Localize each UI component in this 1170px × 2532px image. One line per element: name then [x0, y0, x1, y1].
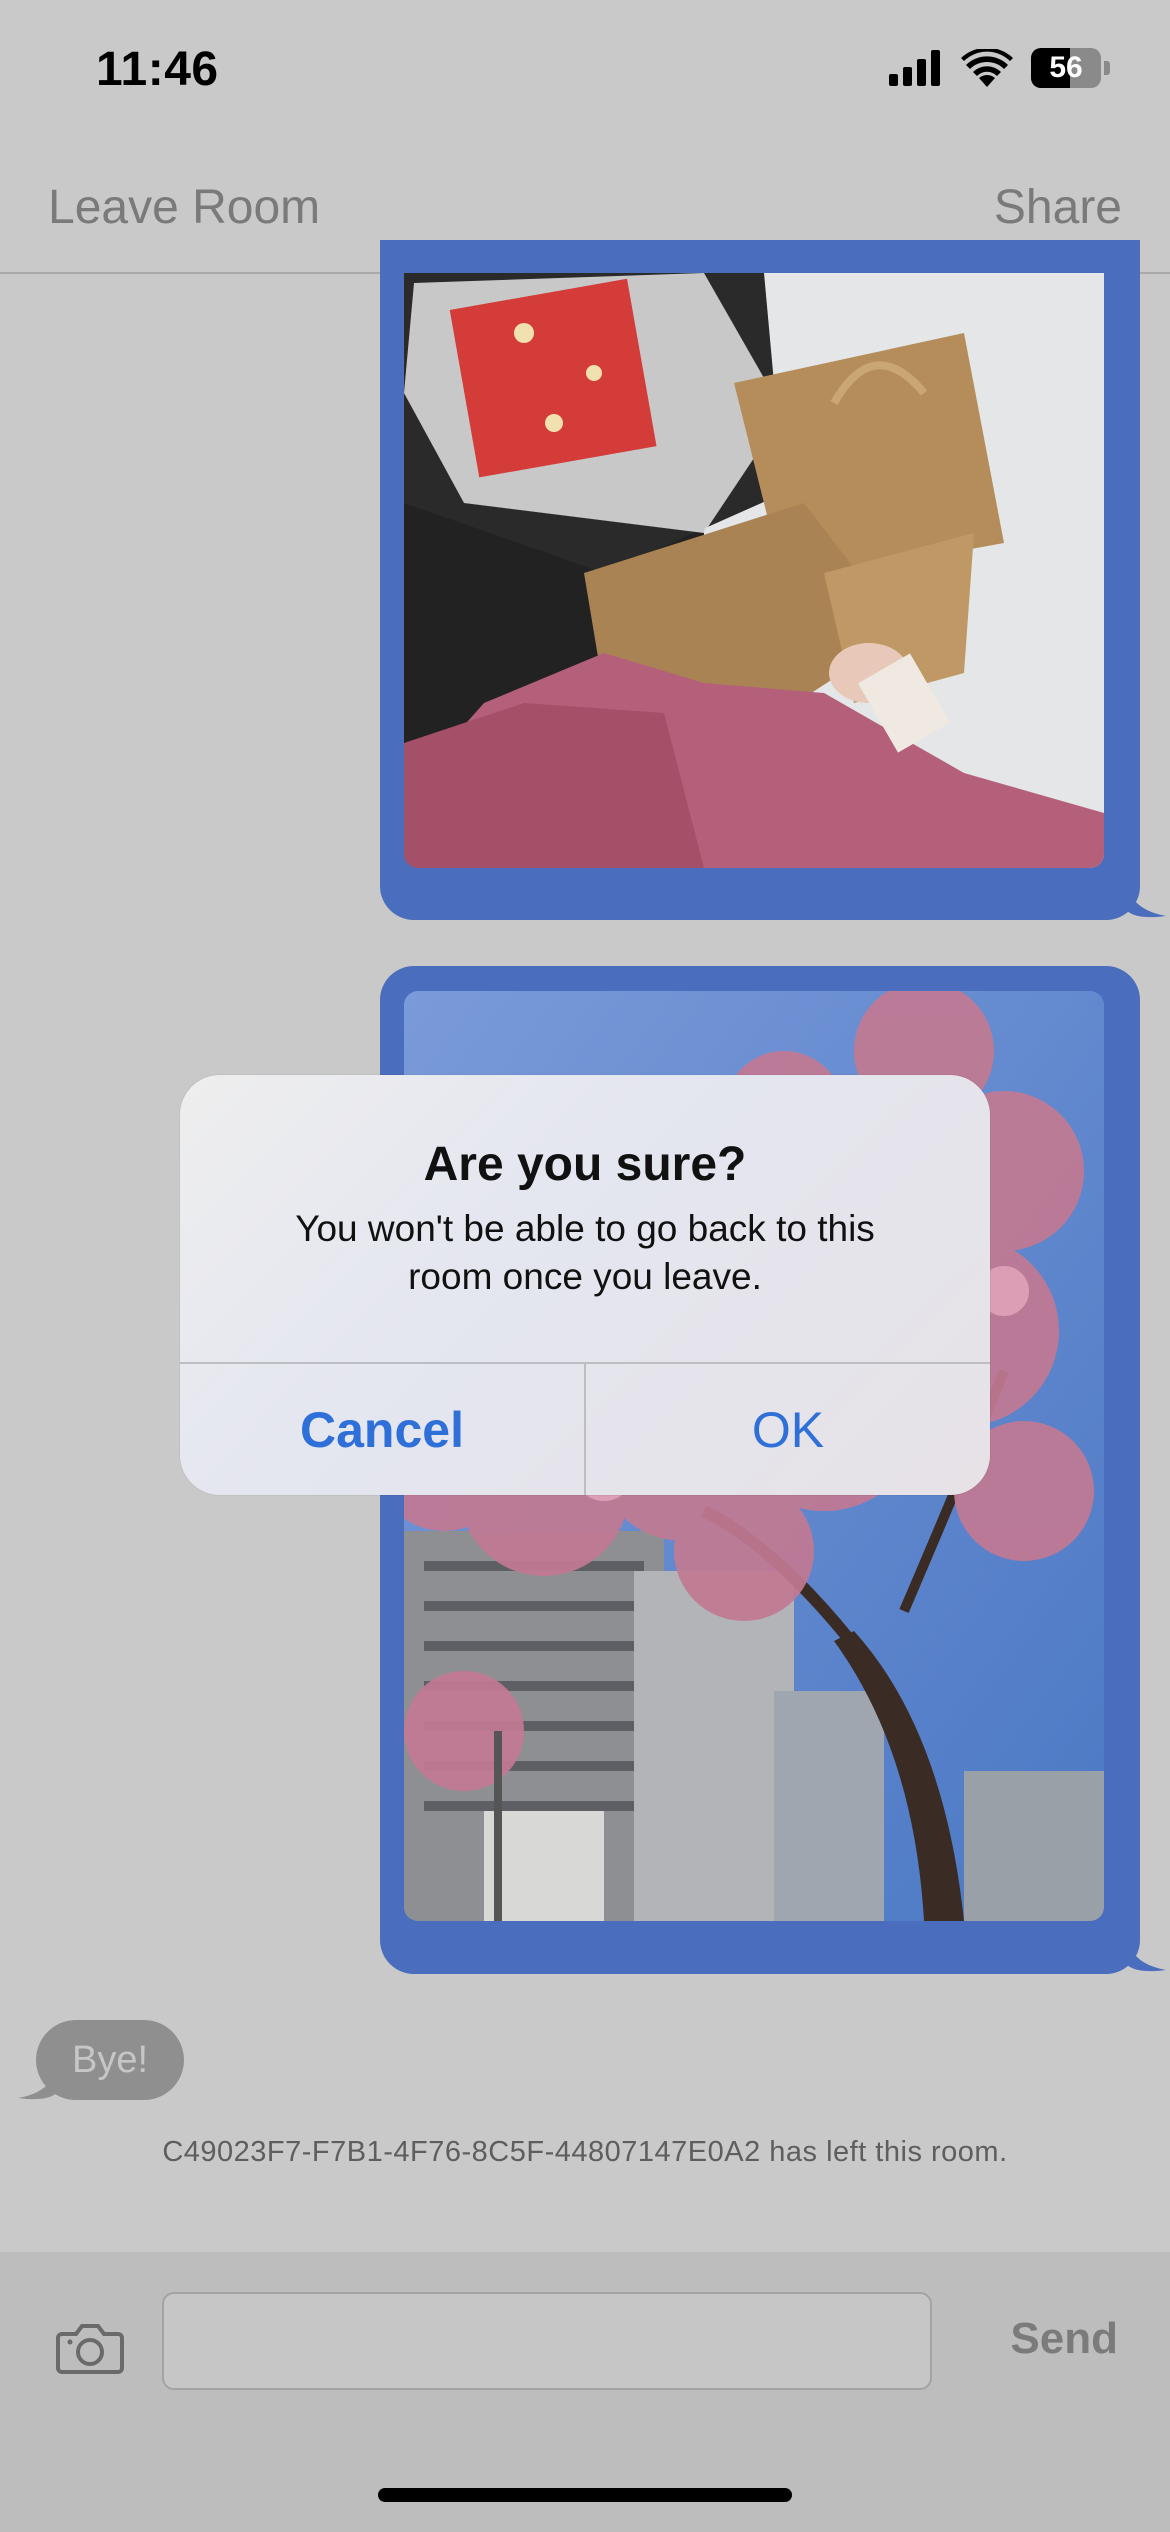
shopping-bags-image: [404, 273, 1104, 868]
alert-title: Are you sure?: [423, 1138, 747, 1191]
bubble-tail: [1126, 880, 1166, 918]
leave-room-button[interactable]: Leave Room: [48, 180, 320, 235]
system-message: C49023F7-F7B1-4F76-8C5F-44807147E0A2 has…: [162, 2136, 1008, 2168]
battery-level: 56: [1049, 51, 1083, 84]
wifi-icon: [961, 49, 1013, 87]
share-button[interactable]: Share: [994, 180, 1122, 235]
received-message-text: Bye!: [71, 2038, 149, 2081]
camera-icon[interactable]: [54, 2312, 126, 2384]
battery-icon: 56: [1031, 48, 1101, 88]
cancel-button[interactable]: Cancel: [180, 1364, 584, 1495]
signal-icon: [889, 50, 940, 86]
received-message-bubble[interactable]: Bye!: [36, 2020, 184, 2100]
home-indicator[interactable]: [378, 2488, 792, 2502]
status-bar: 11:46 56: [0, 0, 1170, 140]
bubble-tail-2: [1126, 1934, 1166, 1972]
status-time: 11:46: [96, 43, 219, 96]
photo-shopping-bags[interactable]: [404, 273, 1104, 868]
alert-message: You won't be able to go back to this roo…: [295, 1208, 875, 1297]
ok-button[interactable]: OK: [586, 1364, 990, 1495]
send-button[interactable]: Send: [1010, 2314, 1118, 2364]
confirm-leave-alert: Are you sure? You won't be able to go ba…: [180, 1075, 990, 1495]
status-icons: 56: [889, 48, 1110, 88]
message-input[interactable]: [162, 2292, 932, 2390]
